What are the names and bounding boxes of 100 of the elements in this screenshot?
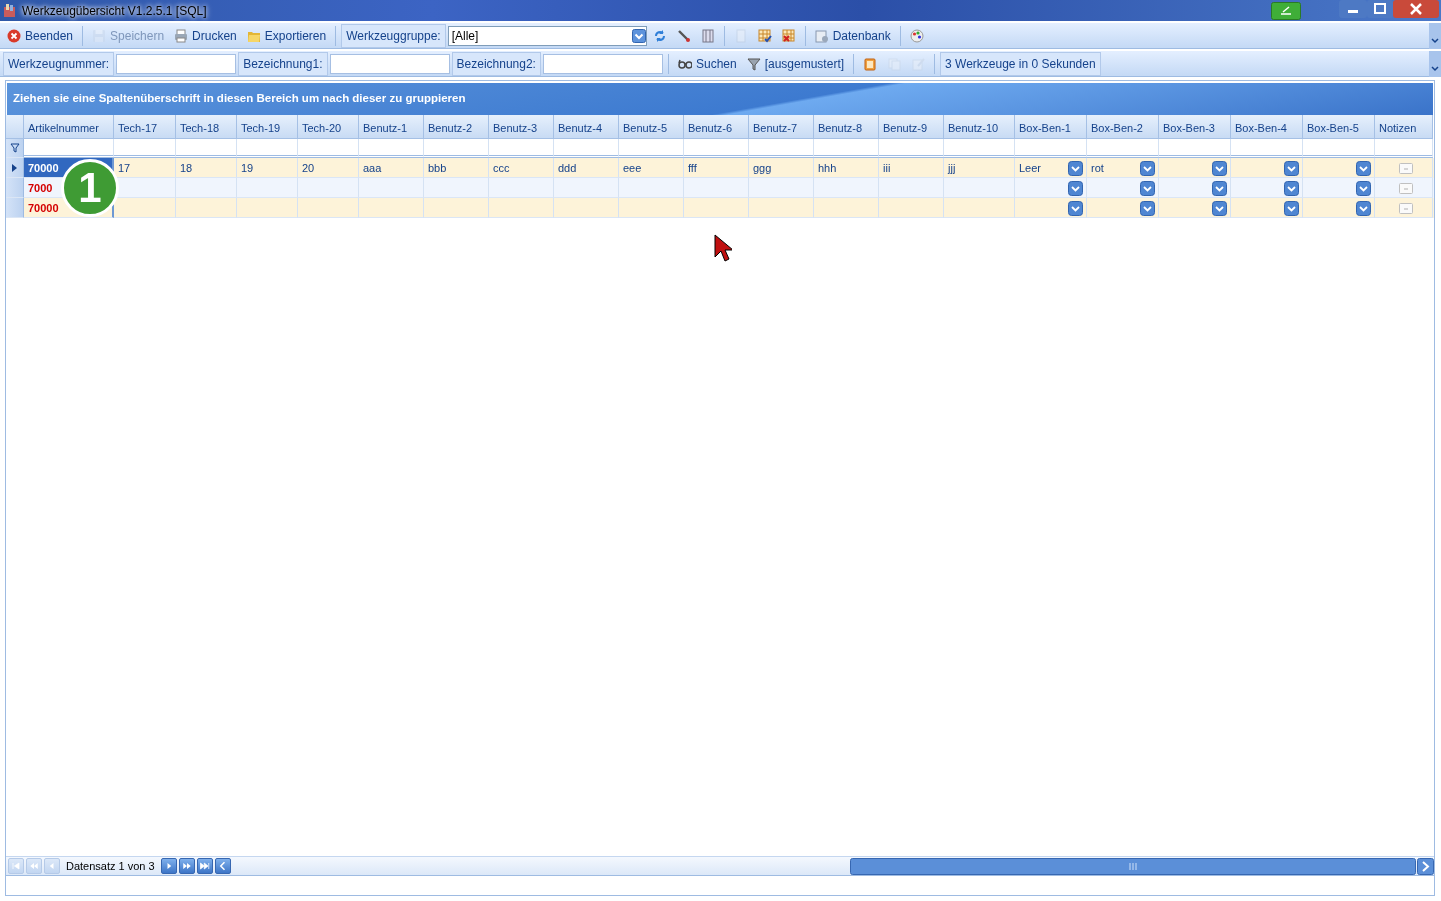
column-header[interactable]: Tech-19	[237, 115, 298, 139]
palette-icon	[909, 28, 924, 43]
column-header[interactable]: Artikelnummer	[24, 115, 114, 139]
dropdown-caret-icon	[1284, 201, 1299, 216]
column-header[interactable]: Box-Ben-2	[1087, 115, 1159, 139]
column-header[interactable]: Box-Ben-5	[1303, 115, 1375, 139]
filter-cell[interactable]	[489, 139, 554, 158]
column-header[interactable]: Benutz-4	[554, 115, 619, 139]
filter-cell[interactable]	[359, 139, 424, 158]
column-header[interactable]: Benutz-2	[424, 115, 489, 139]
article-number[interactable]: 7000	[28, 180, 53, 197]
toolbar-button[interactable]: Exportieren	[242, 25, 331, 46]
field-label: Bezeichnung1:	[238, 51, 328, 76]
column-header[interactable]: Box-Ben-4	[1231, 115, 1303, 139]
toolbar-button[interactable]: Suchen	[673, 53, 741, 74]
filter-cell[interactable]	[684, 139, 749, 158]
maximize-icon[interactable]	[1367, 0, 1393, 18]
toolbar-button[interactable]: Drucken	[170, 25, 241, 46]
input-field[interactable]	[542, 53, 663, 74]
column-header[interactable]: Benutz-10	[944, 115, 1015, 139]
clipboard-icon	[863, 56, 878, 71]
filter-cell[interactable]	[814, 139, 879, 158]
column-header[interactable]: Notizen	[1375, 115, 1433, 139]
last-record-button[interactable]	[196, 858, 213, 874]
record-counter: Datensatz 1 von 3	[66, 858, 155, 874]
column-header[interactable]: Tech-17	[114, 115, 176, 139]
filter-cell[interactable]	[749, 139, 814, 158]
mouse-cursor-icon	[714, 234, 732, 264]
combo-field[interactable]	[1303, 198, 1375, 218]
status-text: 3 Werkzeuge in 0 Sekunden	[940, 51, 1101, 76]
filter-cell[interactable]	[1303, 139, 1375, 158]
combo-field[interactable]	[1159, 198, 1231, 218]
filter-cell[interactable]	[24, 139, 114, 158]
note-icon[interactable]	[1398, 163, 1413, 174]
filter-cell[interactable]	[424, 139, 489, 158]
combo-field[interactable]	[1231, 198, 1303, 218]
dropdown-caret-icon	[1068, 161, 1083, 176]
filter-cell[interactable]	[237, 139, 298, 158]
next-record-button[interactable]	[160, 858, 177, 874]
pen-icon[interactable]	[1271, 1, 1301, 20]
field-label: Bezeichnung2:	[451, 51, 541, 76]
field-label: Werkzeugnummer:	[3, 51, 115, 76]
input-field[interactable]	[329, 53, 450, 74]
column-header[interactable]: Benutz-8	[814, 115, 879, 139]
filter-cell[interactable]	[1159, 139, 1231, 158]
dropdown-caret-icon	[1140, 201, 1155, 216]
next-page-button[interactable]	[178, 858, 195, 874]
filter-cell[interactable]	[1015, 139, 1087, 158]
close-icon[interactable]	[1393, 0, 1439, 18]
note-icon[interactable]	[1398, 203, 1413, 214]
filter-cell[interactable]	[879, 139, 944, 158]
triangle-icon	[28, 860, 40, 872]
filter-cell[interactable]	[176, 139, 237, 158]
filter-cell[interactable]	[1231, 139, 1303, 158]
column-header[interactable]: Box-Ben-1	[1015, 115, 1087, 139]
column-header[interactable]: Benutz-9	[879, 115, 944, 139]
filter-icon[interactable]	[9, 143, 20, 153]
filter-cell[interactable]	[1375, 139, 1433, 158]
column-header[interactable]: Tech-18	[176, 115, 237, 139]
column-header[interactable]: Box-Ben-3	[1159, 115, 1231, 139]
article-number[interactable]: 70000	[28, 200, 59, 217]
dropdown-caret-icon	[1356, 201, 1371, 216]
column-header[interactable]: Benutz-5	[619, 115, 684, 139]
filter-cell[interactable]	[944, 139, 1015, 158]
dropdown-caret-icon	[1140, 181, 1155, 196]
table-cell	[944, 198, 1015, 218]
row-header[interactable]	[6, 158, 24, 178]
group-by-hint: Ziehen sie eine Spaltenüberschrift in diesen Bereich um nach dieser zu gruppieren	[7, 83, 1433, 115]
toolbar-button[interactable]: Beenden	[3, 25, 78, 46]
column-header[interactable]: Benutz-6	[684, 115, 749, 139]
toolbar-button[interactable]: [ausgemustert]	[742, 53, 849, 74]
filter-cell[interactable]	[114, 139, 176, 158]
table-cell	[619, 198, 684, 218]
back-button[interactable]	[214, 858, 231, 874]
filter-cell[interactable]	[619, 139, 684, 158]
dropdown-caret-icon	[1068, 181, 1083, 196]
column-header[interactable]: Benutz-1	[359, 115, 424, 139]
column-header[interactable]: Tech-20	[298, 115, 359, 139]
table-cell	[176, 198, 237, 218]
dropdown-caret-icon	[1068, 201, 1083, 216]
overflow-chevron-icon[interactable]	[1429, 23, 1441, 49]
field-label: Werkzeuggruppe:	[341, 23, 446, 48]
column-header[interactable]: Benutz-7	[749, 115, 814, 139]
minimize-icon[interactable]	[1339, 0, 1367, 18]
combo-field[interactable]	[1087, 198, 1159, 218]
dropdown-caret-icon	[1284, 181, 1299, 196]
filter-cell[interactable]	[298, 139, 359, 158]
overflow-chevron-icon[interactable]	[1429, 51, 1441, 77]
filter-cell[interactable]	[554, 139, 619, 158]
input-field[interactable]	[116, 53, 237, 74]
document-icon	[733, 28, 748, 43]
combo-field[interactable]	[1015, 198, 1087, 218]
note-icon[interactable]	[1398, 183, 1413, 194]
horizontal-scrollbar-drawing[interactable]	[850, 857, 1434, 875]
dropdown-caret-icon	[1140, 161, 1155, 176]
group-dropdown[interactable]: [Alle]	[447, 25, 647, 46]
column-header[interactable]: Benutz-3	[489, 115, 554, 139]
filter-cell[interactable]	[1087, 139, 1159, 158]
caret-icon	[631, 28, 646, 43]
toolbar-button[interactable]: Datenbank	[810, 25, 895, 46]
